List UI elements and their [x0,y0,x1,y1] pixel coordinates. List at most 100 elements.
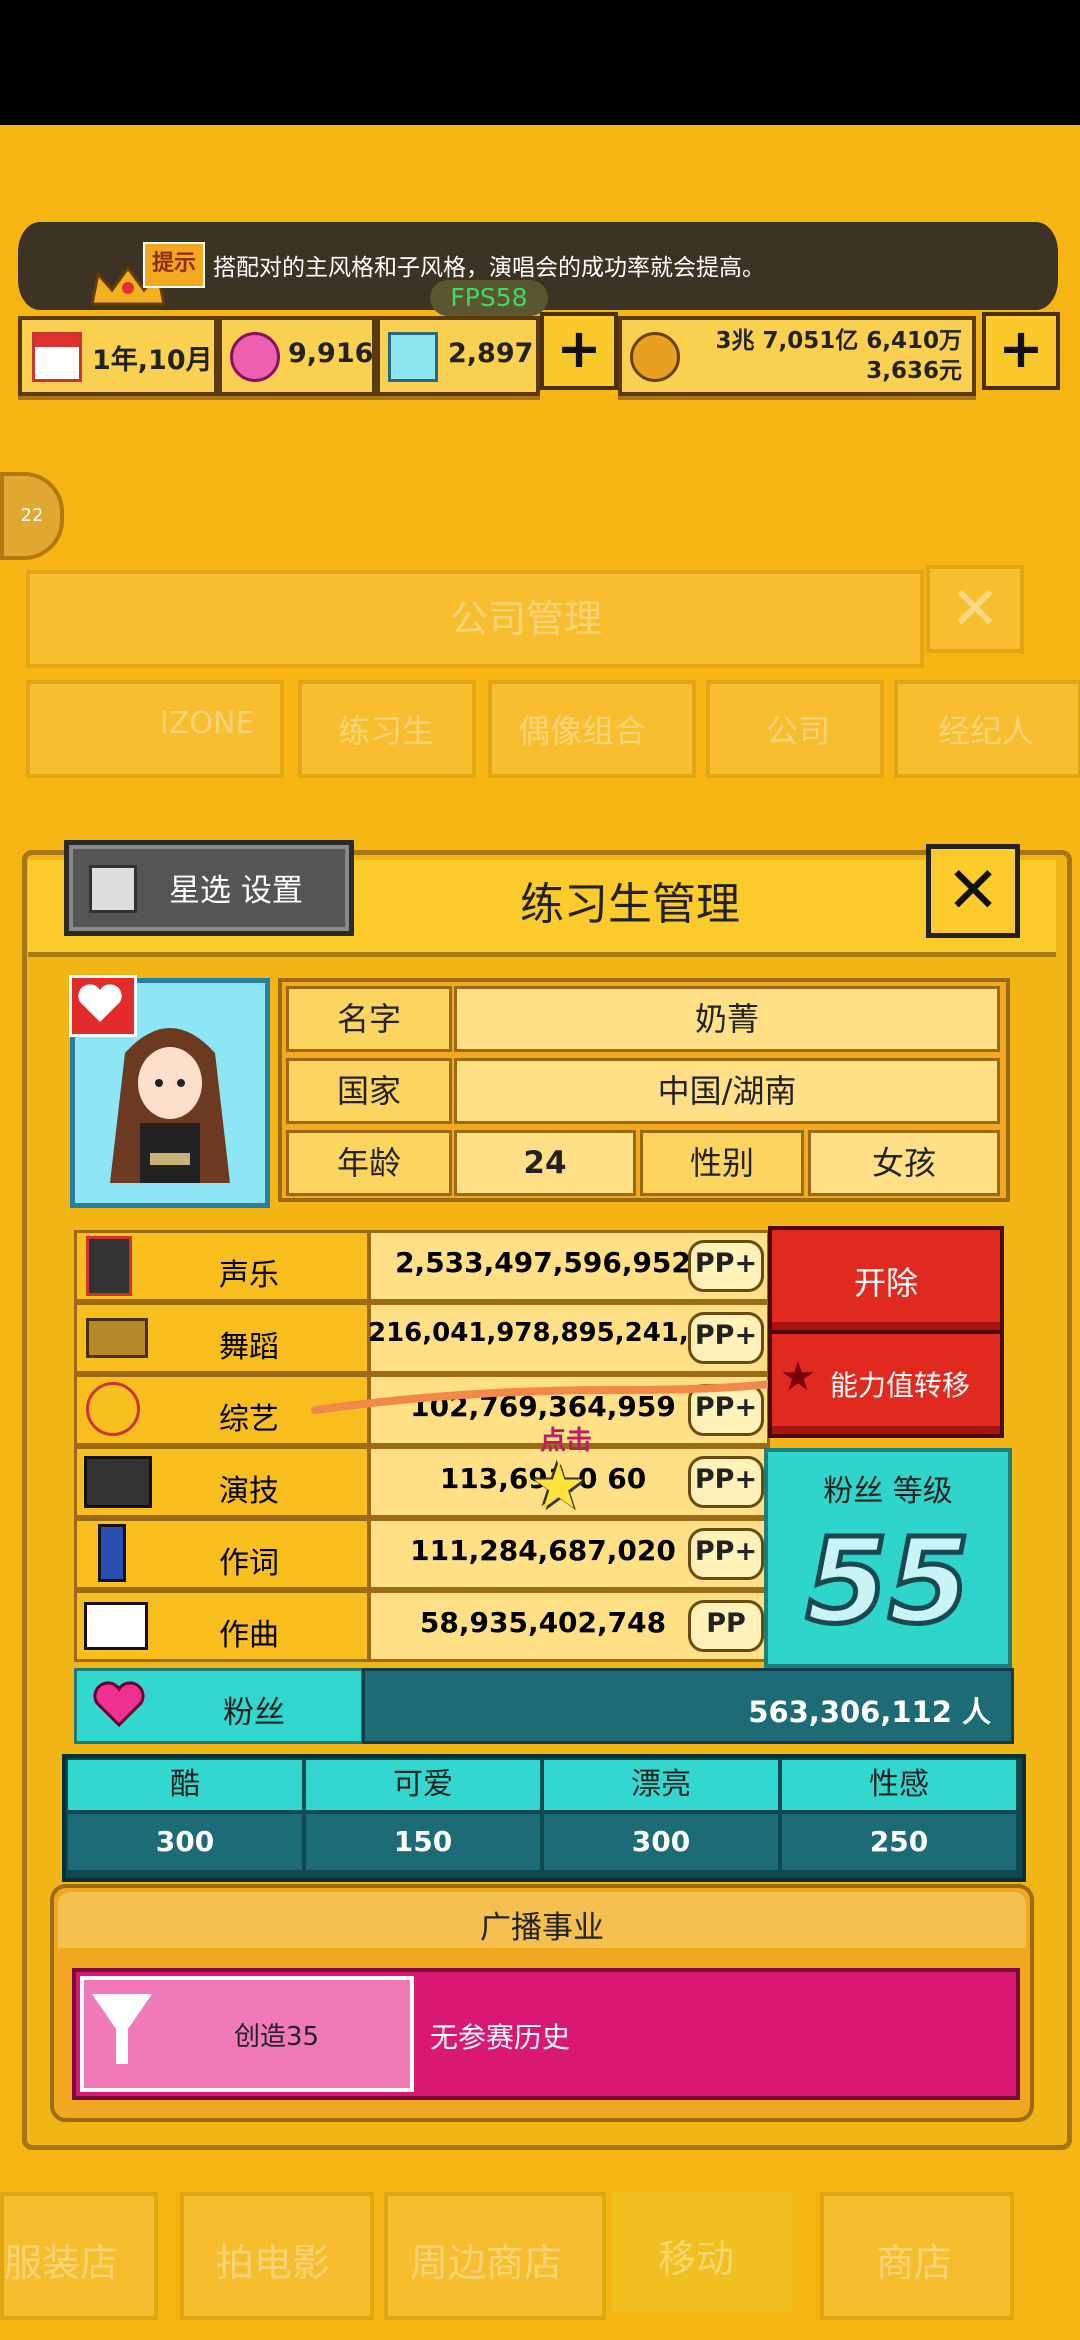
style-cute-value: 150 [306,1814,540,1870]
scribble-annotation [311,1374,809,1414]
diamond-icon [388,332,438,382]
fan-level-label: 粉丝 等级 [823,1474,953,1509]
trainee-portrait [110,1028,230,1183]
stat-tag[interactable]: PP+ [688,1528,764,1580]
star-outline-icon: ★ [780,1354,816,1400]
age-value: 24 [454,1130,636,1196]
pen-icon [98,1524,126,1582]
dismiss-label: 开除 [853,1264,918,1302]
nav-shop[interactable]: 商店 [820,2192,1014,2320]
style-stats: 酷 300 可爱 150 漂亮 300 性感 250 [62,1754,1026,1882]
show-card[interactable]: 创造35 [80,1976,414,2092]
add-diamond-button[interactable]: + [540,312,618,390]
transfer-stats-button[interactable]: ★ 能力值转移 [768,1330,1004,1438]
stat-row-vocal: 声乐 2,533,497,596,952 PP+ [74,1230,770,1302]
close-button[interactable]: ✕ [926,844,1020,938]
broadcast-header: 广播事业 [58,1892,1026,1948]
hint-text: 搭配对的主风格和子风格，演唱会的成功率就会提高。 [213,255,765,281]
fans-value: 563,306,112 人 [748,1695,991,1729]
show-name: 创造35 [234,2022,320,2052]
status-bar [0,0,1080,125]
stat-name: 舞蹈 [219,1330,279,1365]
stat-row-acting: 演技 113,691,0 60 PP+ [74,1446,770,1518]
stat-value: 111,284,687,020 [410,1534,676,1567]
tab-manager[interactable]: 经纪人 [894,680,1080,778]
bg-close-button[interactable]: ✕ [926,565,1024,653]
coin-icon [630,332,680,382]
stat-row-lyrics: 作词 111,284,687,020 PP+ [74,1518,770,1590]
stat-tag[interactable]: PP+ [688,1312,764,1364]
name-label: 名字 [286,986,452,1052]
tab-group[interactable]: 偶像组合 [488,680,696,778]
stat-tag[interactable]: PP+ [688,1240,764,1292]
fans-label-cell: 粉丝 [74,1668,364,1744]
fps-counter: FPS58 [430,280,548,316]
gender-value: 女孩 [808,1130,1000,1196]
variety-icon [86,1382,140,1436]
dance-shoe-icon [86,1318,148,1358]
stat-value: 216,041,978,895,241,228 [368,1318,744,1348]
broadcast-title: 广播事业 [480,1910,604,1946]
nav-clothing-shop[interactable]: 服装店 [0,2192,158,2320]
pink-gem-icon [230,332,280,382]
name-value: 奶菁 [454,986,1000,1052]
broadcast-row[interactable]: 创造35 无参赛历史 [72,1968,1020,2100]
heart-icon [89,865,137,913]
nav-move[interactable]: 移动 [612,2192,792,2312]
pink-heart-icon [91,1681,147,1729]
add-money-button[interactable]: + [982,312,1060,390]
star-icon[interactable]: ★ [530,1450,587,1524]
fans-label: 粉丝 [223,1695,285,1731]
style-pretty-label: 漂亮 [544,1760,778,1810]
stat-tag[interactable]: PP [688,1600,764,1652]
age-label: 年龄 [286,1130,452,1196]
camera-icon [84,1456,152,1508]
stat-tag[interactable]: PP+ [688,1456,764,1508]
microphone-icon [86,1236,132,1296]
style-cute-label: 可爱 [306,1760,540,1810]
stat-row-compose: 作曲 58,935,402,748 PP [74,1590,770,1662]
calendar-icon [32,332,82,382]
fans-value-cell: 563,306,112 人 [362,1668,1014,1744]
country-label: 国家 [286,1058,452,1124]
date-value: 1年,10月 [92,345,213,376]
nav-merch-shop[interactable]: 周边商店 [384,2192,606,2320]
bg-title: 公司管理 [450,597,603,641]
date-display: 1年,10月 [18,316,218,396]
dialog-title: 练习生管理 [520,879,740,930]
bottom-nav: 服装店 拍电影 周边商店 移动 商店 [0,2190,1080,2340]
dismiss-button[interactable]: 开除 [768,1226,1004,1334]
style-cool-label: 酷 [68,1760,302,1810]
star-settings-button[interactable]: 星选 设置 [64,840,354,936]
stat-name: 作曲 [219,1618,279,1653]
diamond-counter: 2,897 [376,316,540,396]
stat-name: 演技 [219,1474,279,1509]
avatar[interactable] [69,975,270,1208]
star-settings-label: 星选 设置 [169,873,303,909]
style-pretty-value: 300 [544,1814,778,1870]
stat-value: 58,935,402,748 [419,1606,667,1639]
diamond-value: 2,897 [448,338,534,369]
stat-name: 声乐 [219,1258,279,1293]
fan-level-box: 粉丝 等级 55 [764,1448,1012,1668]
tab-trainee[interactable]: 练习生 [298,680,476,778]
stat-value: 2,533,497,596,952 [395,1246,691,1279]
money-value-line2: 3,636元 [866,358,962,384]
stat-name: 作词 [219,1546,279,1581]
tab-izone[interactable]: IZONE [26,680,284,778]
money-counter: 3兆 7,051亿 6,410万 3,636元 [618,316,976,396]
hint-badge: 提示 [143,242,205,288]
fan-level-value: 55 [803,1510,972,1653]
money-value-line1: 3兆 7,051亿 6,410万 [715,328,962,354]
tab-company[interactable]: 公司 [706,680,884,778]
style-sexy-value: 250 [782,1814,1016,1870]
style-cool-value: 300 [68,1814,302,1870]
gem-value: 9,916 [288,338,374,369]
transfer-label: 能力值转移 [830,1369,971,1402]
broadcast-history: 无参赛历史 [430,2021,571,2054]
profile-table: 名字 奶菁 国家 中国/湖南 年龄 24 性别 女孩 [278,978,1010,1202]
stats-table: 声乐 2,533,497,596,952 PP+ 舞蹈 216,041,978,… [74,1230,770,1670]
stat-row-dance: 舞蹈 216,041,978,895,241,228 PP+ [74,1302,770,1374]
level-badge[interactable]: 22 [0,472,64,560]
nav-film[interactable]: 拍电影 [180,2192,374,2320]
